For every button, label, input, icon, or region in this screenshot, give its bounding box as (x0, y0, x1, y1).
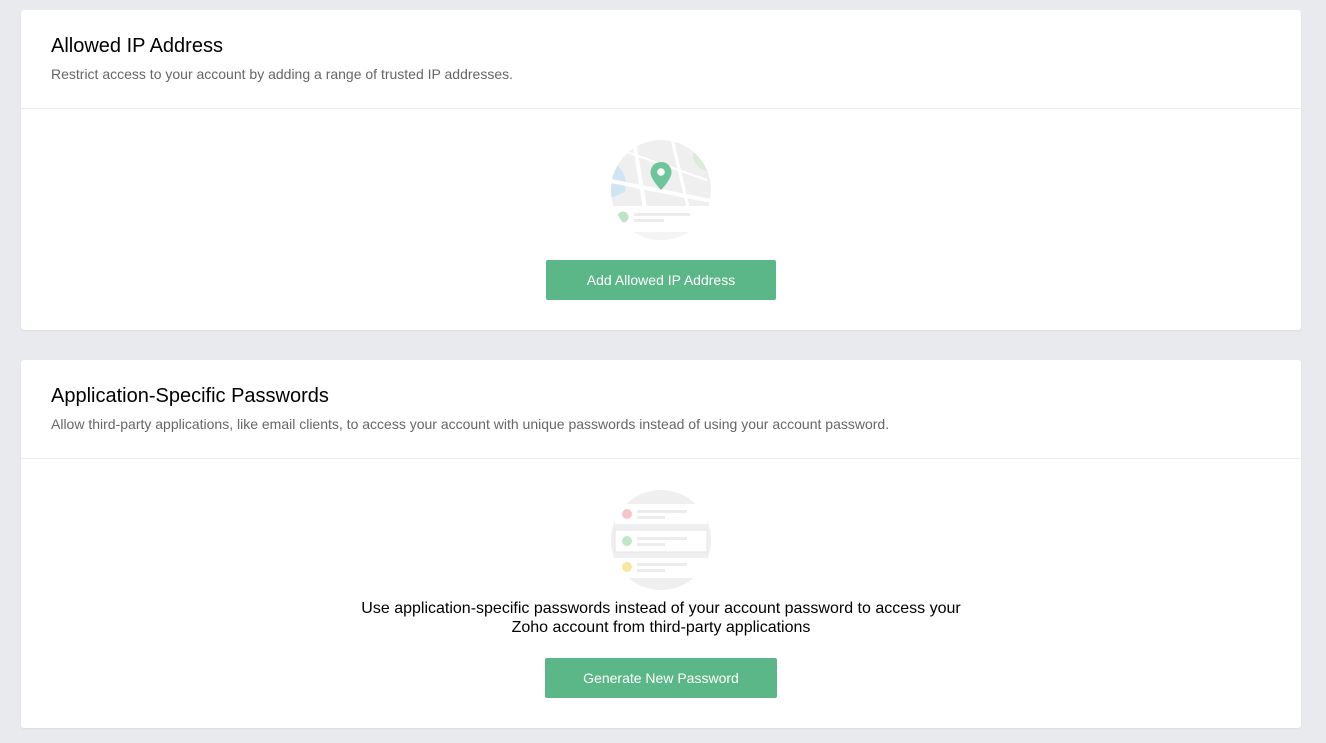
generate-new-password-button[interactable]: Generate New Password (545, 658, 777, 698)
app-passwords-header: Application-Specific Passwords Allow thi… (21, 360, 1301, 459)
allowed-ip-header: Allowed IP Address Restrict access to yo… (21, 10, 1301, 109)
app-passwords-title: Application-Specific Passwords (51, 385, 329, 407)
app-passwords-description: Allow third-party applications, like ema… (51, 416, 890, 432)
app-passwords-info-text: Use application-specific passwords inste… (361, 600, 961, 636)
add-allowed-ip-button[interactable]: Add Allowed IP Address (546, 260, 776, 300)
map-pin-icon (611, 140, 711, 240)
allowed-ip-description: Restrict access to your account by addin… (51, 66, 513, 82)
app-passwords-card: Application-Specific Passwords Allow thi… (21, 360, 1301, 728)
allowed-ip-title: Allowed IP Address (51, 35, 223, 57)
password-list-icon (611, 490, 711, 590)
allowed-ip-card: Allowed IP Address Restrict access to yo… (21, 10, 1301, 330)
